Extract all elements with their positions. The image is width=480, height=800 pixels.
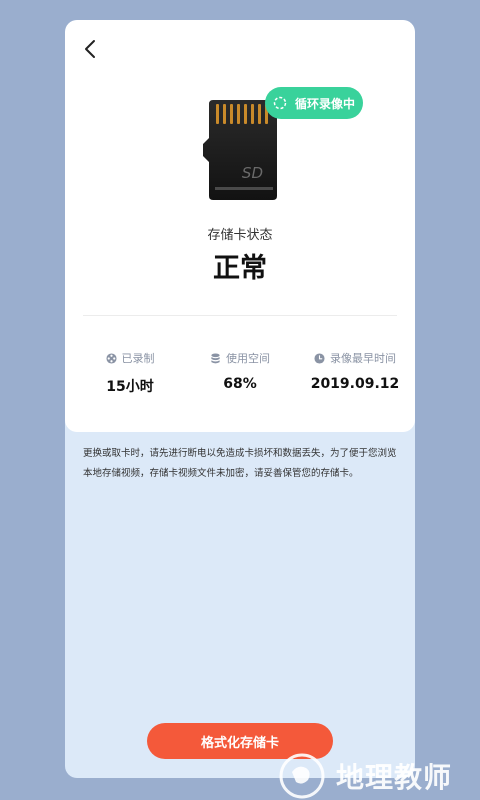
state-value: 正常 — [213, 253, 267, 284]
loading-ring-icon — [273, 96, 287, 110]
watermark-globe-icon — [279, 753, 325, 799]
stat-used-space: 使用空间 68% — [185, 350, 295, 392]
stat-value: 15小时 — [106, 379, 154, 395]
loop-recording-badge: 循环录像中 — [265, 87, 363, 119]
stat-value: 68% — [223, 376, 257, 392]
stat-earliest-time: 录像最早时间 2019.09.12 — [289, 350, 415, 392]
film-reel-icon — [105, 352, 117, 364]
storage-notice: 更换或取卡时，请先进行断电以免造成卡损坏和数据丢失，为了便于您浏览本地存储视频，… — [83, 448, 397, 479]
stat-recorded: 已录制 15小时 — [75, 350, 185, 396]
divider — [83, 315, 397, 316]
stat-label: 使用空间 — [226, 352, 270, 365]
stat-label: 录像最早时间 — [330, 352, 396, 365]
watermark: 地理教师 — [278, 752, 478, 800]
stat-value: 2019.09.12 — [310, 376, 400, 392]
sd-card-panel: SD 循环录像中 存储卡状态 正常 已录制 15小时 使用空间 68% 录像最早… — [65, 20, 415, 778]
back-button[interactable] — [80, 38, 102, 60]
chevron-left-icon — [85, 40, 95, 58]
status-card: SD 循环录像中 存储卡状态 正常 已录制 15小时 使用空间 68% 录像最早… — [65, 20, 415, 432]
loop-badge-label: 循环录像中 — [294, 96, 355, 111]
watermark-text: 地理教师 — [336, 761, 453, 794]
state-label: 存储卡状态 — [207, 228, 273, 243]
clock-icon — [314, 352, 325, 364]
stat-label: 已录制 — [121, 352, 155, 365]
sd-label: SD — [242, 164, 263, 182]
sd-card-icon: SD — [203, 100, 279, 202]
database-icon — [211, 352, 220, 363]
